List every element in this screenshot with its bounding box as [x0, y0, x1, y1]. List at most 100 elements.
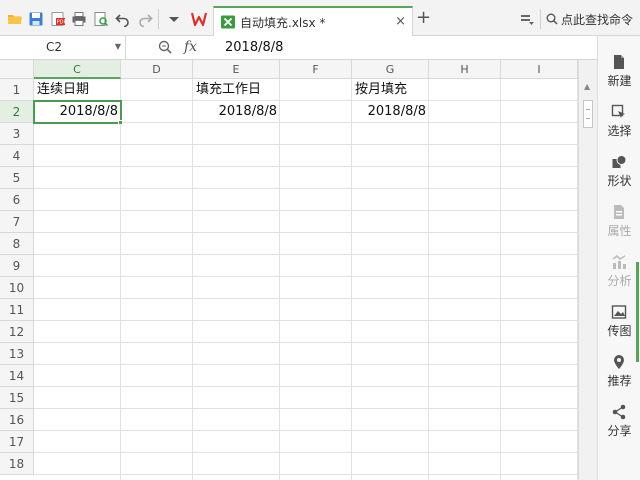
- zoom-icon[interactable]: [158, 40, 172, 54]
- row-header-1[interactable]: 1: [0, 79, 34, 101]
- row-header-14[interactable]: 14: [0, 365, 34, 387]
- grid-line: [34, 210, 578, 211]
- print-preview-icon[interactable]: [92, 10, 110, 28]
- panel-share-button[interactable]: 分享: [598, 400, 640, 448]
- panel-upload-image-button[interactable]: 传图: [598, 300, 640, 348]
- panel-upload-image-label: 传图: [607, 324, 632, 338]
- grid-line: [120, 79, 121, 480]
- properties-icon: [614, 205, 624, 219]
- grid-line: [34, 166, 578, 167]
- column-header-g[interactable]: G: [352, 60, 429, 79]
- cell-g1[interactable]: 按月填充: [352, 79, 429, 101]
- panel-analysis-label: 分析: [607, 274, 632, 288]
- row-header-5[interactable]: 5: [0, 167, 34, 189]
- grid-line: [192, 79, 193, 480]
- row-header-3[interactable]: 3: [0, 123, 34, 145]
- export-pdf-icon[interactable]: PDF: [49, 10, 67, 28]
- cell-e1[interactable]: 填充工作日: [193, 79, 280, 101]
- row-header-18[interactable]: 18: [0, 453, 34, 475]
- location-icon: [614, 355, 624, 369]
- grid-line: [34, 452, 578, 453]
- panel-new-button[interactable]: 新建: [598, 50, 640, 98]
- document-tab[interactable]: 自动填充.xlsx * ×: [213, 6, 413, 36]
- excel-file-icon: [221, 15, 235, 29]
- panel-recommend-button[interactable]: 推荐: [598, 350, 640, 398]
- row-header-2[interactable]: 2: [0, 101, 34, 123]
- name-box-dropdown-icon[interactable]: ▼: [115, 42, 121, 51]
- panel-new-label: 新建: [607, 74, 632, 88]
- column-header-d[interactable]: D: [121, 60, 193, 79]
- quick-access-dropdown-icon[interactable]: [165, 10, 183, 28]
- panel-analysis-button[interactable]: 分析: [598, 250, 640, 298]
- title-toolbar: PDF 自动填充.xlsx * × + 点此查找命令: [0, 0, 640, 36]
- vertical-scrollbar[interactable]: ▲: [578, 60, 597, 480]
- column-header-h[interactable]: H: [429, 60, 501, 79]
- command-search[interactable]: 点此查找命令: [546, 11, 633, 28]
- panel-scroll-indicator: [636, 262, 639, 362]
- sheet-grid[interactable]: C D E F G H I 1 2 3 4 5 6 7 8 9 10 11 12…: [0, 60, 578, 480]
- row-header-8[interactable]: 8: [0, 233, 34, 255]
- column-header-f[interactable]: F: [280, 60, 352, 79]
- print-icon[interactable]: [70, 10, 88, 28]
- formula-bar: C2 ▼ fx 2018/8/8: [0, 36, 597, 60]
- grid-line: [34, 298, 578, 299]
- cell-g2[interactable]: 2018/8/8: [352, 101, 429, 123]
- row-header-9[interactable]: 9: [0, 255, 34, 277]
- insert-function-button[interactable]: fx: [184, 39, 197, 55]
- share-icon: [612, 404, 626, 420]
- column-header-i[interactable]: I: [501, 60, 578, 79]
- grid-line: [279, 79, 280, 480]
- panel-properties-label: 属性: [607, 224, 632, 238]
- cell-c1[interactable]: 连续日期: [34, 79, 121, 101]
- row-header-13[interactable]: 13: [0, 343, 34, 365]
- grid-line: [351, 79, 352, 480]
- window-menu-icon[interactable]: [518, 10, 536, 28]
- row-header-17[interactable]: 17: [0, 431, 34, 453]
- toolbar-separator: [158, 9, 159, 29]
- toolbar-separator: [540, 9, 541, 29]
- panel-share-label: 分享: [607, 424, 632, 438]
- row-header-12[interactable]: 12: [0, 321, 34, 343]
- row-header-11[interactable]: 11: [0, 299, 34, 321]
- row-header-6[interactable]: 6: [0, 189, 34, 211]
- formula-tools: fx: [158, 39, 197, 55]
- wps-logo-icon[interactable]: [190, 10, 208, 28]
- grid-line: [34, 254, 578, 255]
- cursor-icon: [611, 104, 625, 118]
- cell-e2[interactable]: 2018/8/8: [193, 101, 280, 123]
- column-header-c[interactable]: C: [34, 60, 121, 79]
- panel-shape-label: 形状: [607, 174, 632, 188]
- undo-icon[interactable]: [114, 10, 132, 28]
- grid-line: [34, 342, 578, 343]
- redo-icon[interactable]: [136, 10, 154, 28]
- open-folder-icon[interactable]: [6, 10, 24, 28]
- column-header-e[interactable]: E: [193, 60, 280, 79]
- select-all-corner[interactable]: [0, 60, 34, 79]
- image-upload-icon: [611, 305, 627, 319]
- panel-select-button[interactable]: 选择: [598, 100, 640, 148]
- scroll-thumb[interactable]: [583, 100, 593, 128]
- grid-line: [34, 276, 578, 277]
- save-icon[interactable]: [27, 10, 45, 28]
- scroll-up-icon[interactable]: ▲: [584, 82, 590, 91]
- row-header-15[interactable]: 15: [0, 387, 34, 409]
- panel-properties-button[interactable]: 属性: [598, 200, 640, 248]
- formula-input[interactable]: 2018/8/8: [225, 40, 283, 55]
- shape-icon: [612, 155, 627, 168]
- document-tab-title: 自动填充.xlsx *: [240, 16, 326, 30]
- row-header-16[interactable]: 16: [0, 409, 34, 431]
- grid-line: [34, 188, 578, 189]
- grid-line: [34, 232, 578, 233]
- row-header-10[interactable]: 10: [0, 277, 34, 299]
- new-tab-button[interactable]: +: [416, 9, 431, 27]
- row-header-7[interactable]: 7: [0, 211, 34, 233]
- close-tab-icon[interactable]: ×: [395, 14, 406, 29]
- svg-text:PDF: PDF: [57, 20, 66, 26]
- panel-shape-button[interactable]: 形状: [598, 150, 640, 198]
- name-box[interactable]: C2 ▼: [0, 36, 126, 59]
- fill-handle[interactable]: [118, 120, 123, 125]
- row-header-4[interactable]: 4: [0, 145, 34, 167]
- right-task-panel: 新建 选择 形状 属性 分析 传图 推荐 分享: [597, 36, 640, 480]
- spreadsheet-app: PDF 自动填充.xlsx * × + 点此查找命令 C2 ▼ fx 2018/…: [0, 0, 640, 480]
- grid-line: [34, 430, 578, 431]
